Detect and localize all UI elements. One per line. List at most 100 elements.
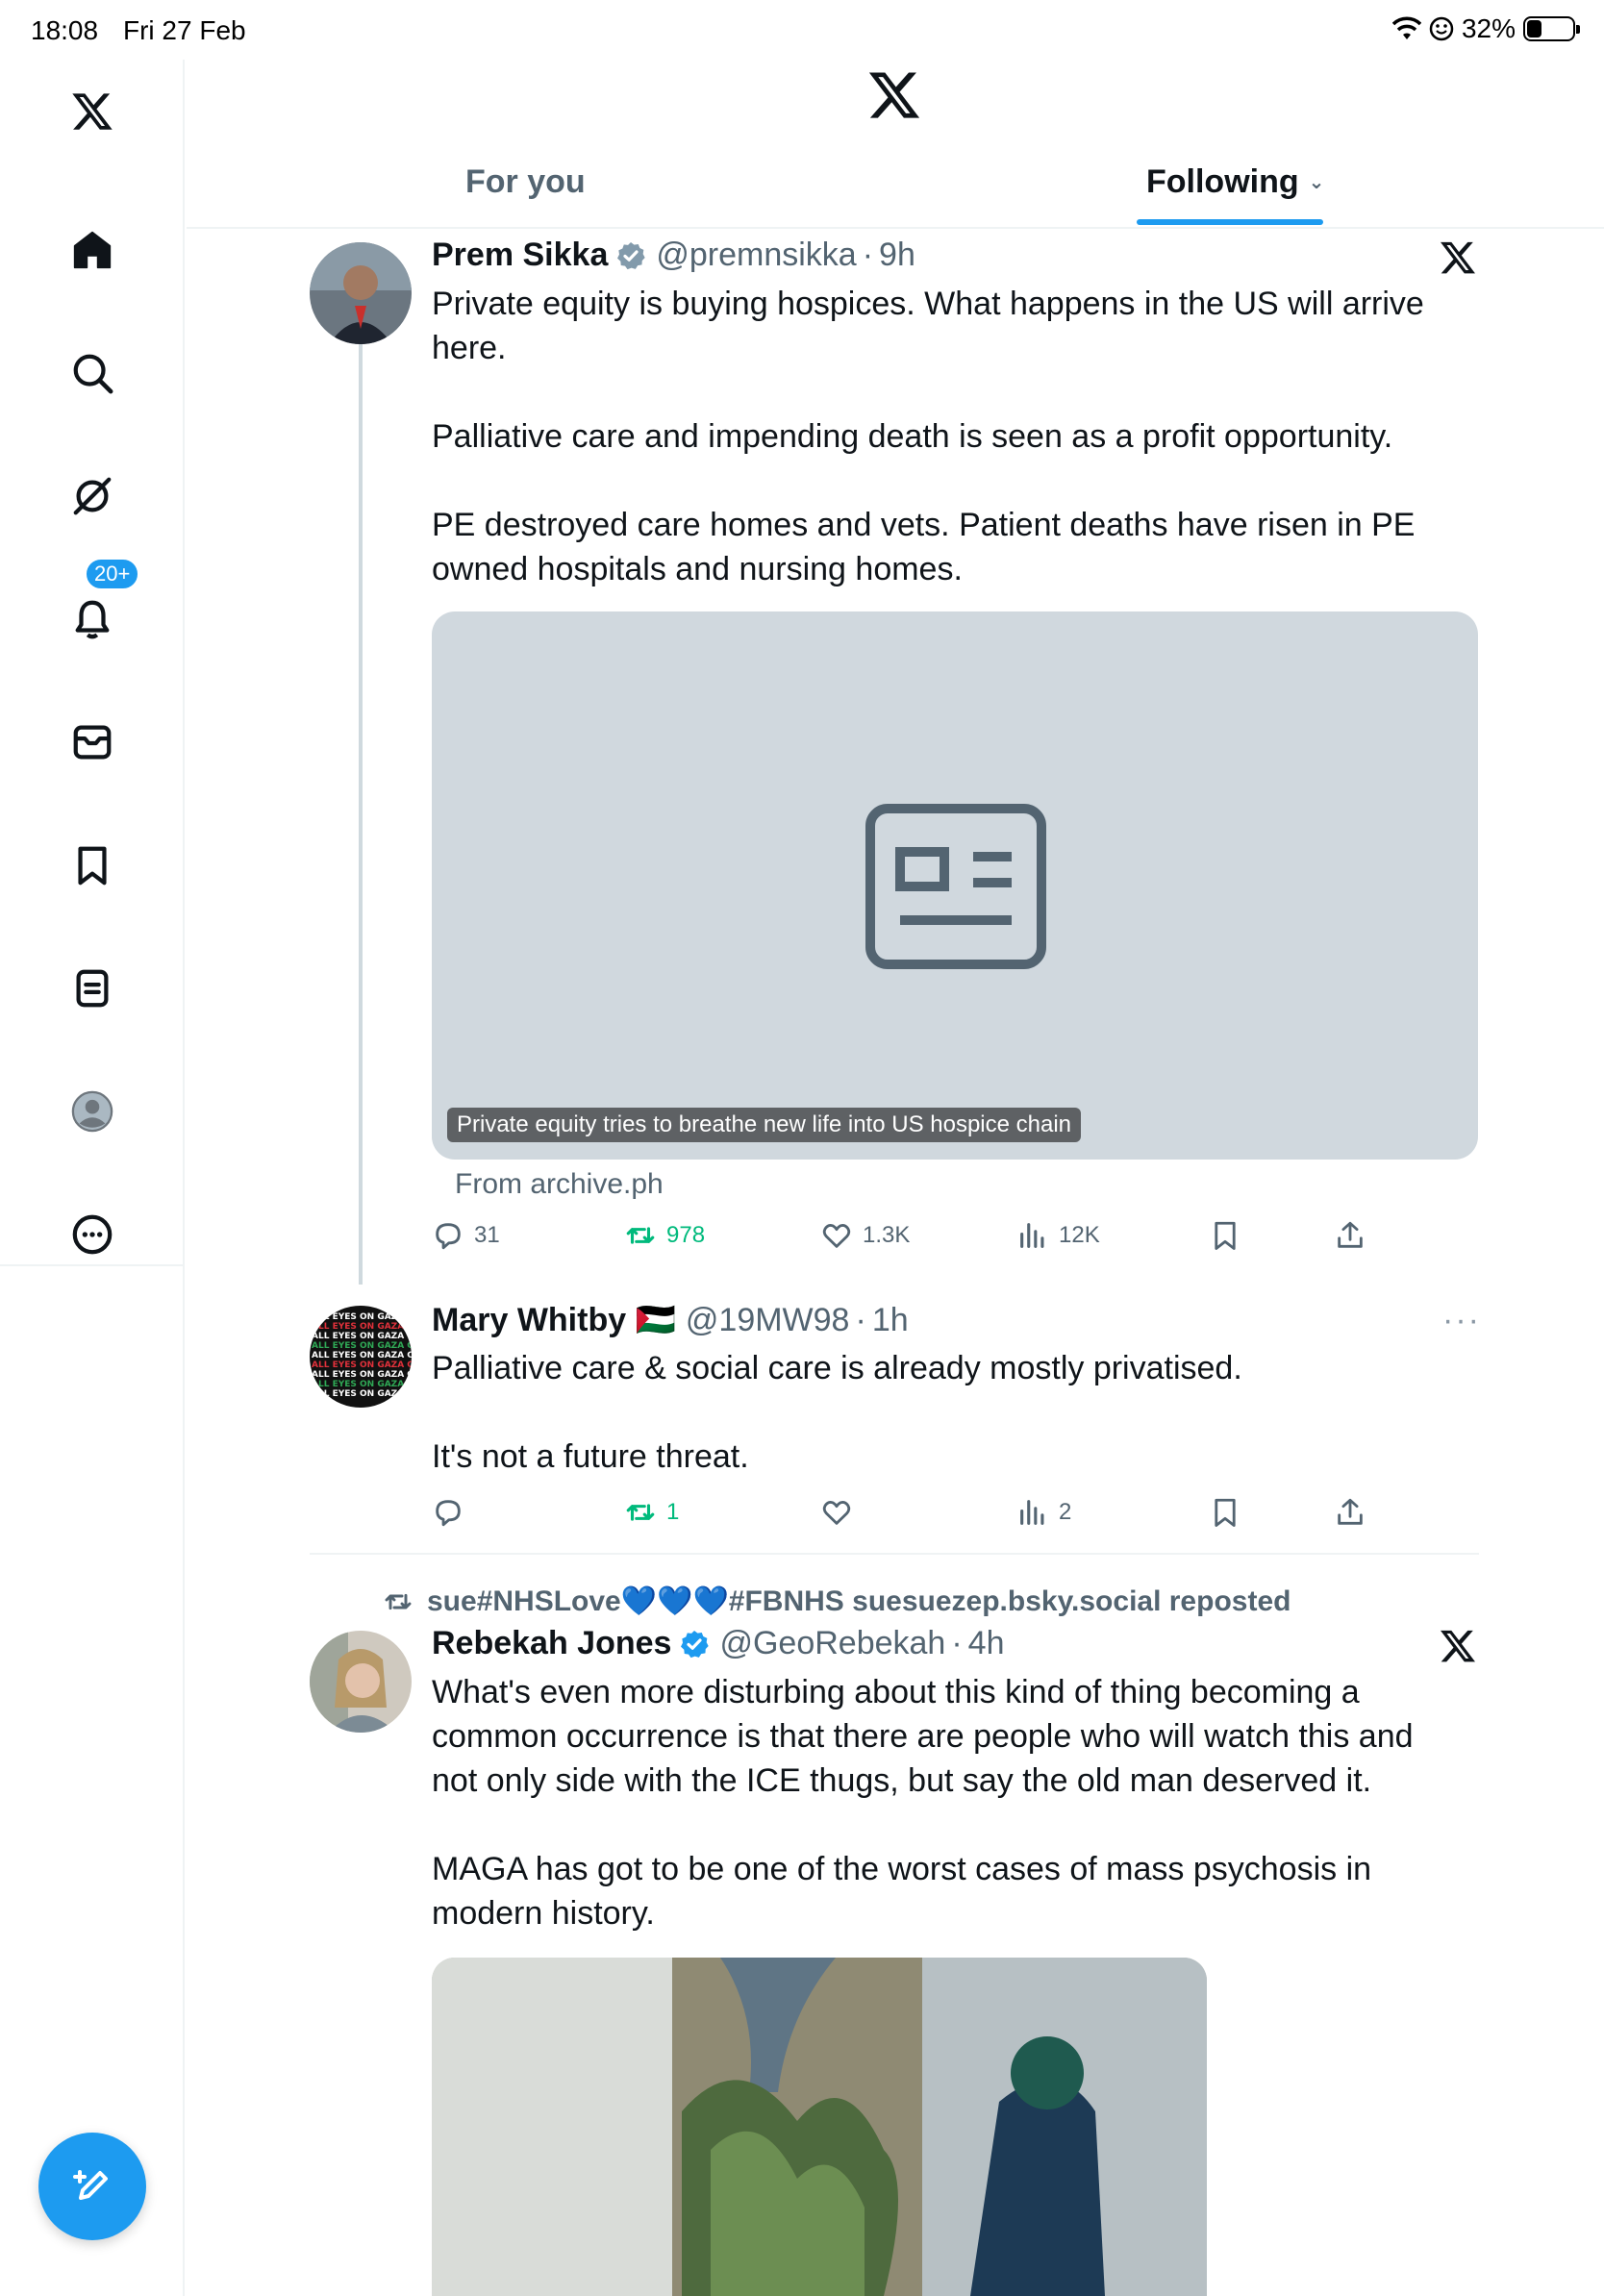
tweet-text: Private equity is buying hospices. What … [432,286,1424,587]
tweet-header: Mary Whitby 🇵🇸 @19MW98 · 1h [432,1301,909,1339]
svg-text:ALL EYES ON GAZA CITY: ALL EYES ON GAZA CITY [312,1332,412,1341]
author-handle[interactable]: @premnsikka [656,237,856,274]
active-tab-indicator [1137,219,1323,225]
sidebar-item-grok[interactable] [60,463,125,529]
view-count: 2 [1059,1499,1072,1525]
repost-button[interactable]: 1 [624,1496,679,1529]
bookmark-button[interactable] [1209,1219,1241,1252]
reply-icon [436,1500,461,1527]
profile-avatar-icon [71,1090,113,1133]
heart-icon [822,1501,851,1525]
view-count: 12K [1059,1222,1100,1248]
repost-count: 978 [666,1222,706,1248]
reply-button[interactable] [432,1496,464,1529]
sidebar-item-notifications[interactable] [60,586,125,652]
sidebar-item-profile[interactable] [60,1079,125,1144]
author-handle[interactable]: @19MW98 [686,1302,850,1339]
verified-badge-icon [617,241,646,269]
tweet-divider [310,1553,1479,1555]
like-button[interactable]: 1.3K [820,1219,910,1252]
like-count: 1.3K [863,1222,911,1248]
status-bar: 18:08 Fri 27 Feb 32% [0,0,1604,60]
views-button[interactable]: 2 [1016,1496,1071,1529]
chart-icon [1020,1500,1044,1525]
svg-text:ALL EYES ON GAZA CITY: ALL EYES ON GAZA CITY [312,1312,412,1322]
author-name[interactable]: Prem Sikka [432,237,608,274]
tweet-actions: 1 2 [432,1496,1478,1535]
tab-following-label: Following [1146,163,1299,200]
tweet-actions: 31 978 1.3K 12K [432,1219,1478,1258]
svg-text:ALL EYES ON GAZA CITY: ALL EYES ON GAZA CITY [312,1322,412,1332]
x-logo-icon [1441,241,1475,274]
share-button[interactable] [1334,1219,1366,1252]
sidebar-nav: 20+ [0,60,185,2296]
svg-text:ALL EYES ON GAZA CITY: ALL EYES ON GAZA CITY [312,1389,412,1399]
thread-connector-line [359,342,363,1285]
bookmark-icon [1215,1221,1236,1250]
bookmark-icon [1215,1498,1236,1527]
avatar[interactable] [310,242,412,344]
separator-dot: · [862,237,874,273]
more-options-icon[interactable]: ··· [1442,1302,1481,1339]
share-icon [1338,1221,1363,1248]
sidebar-item-more[interactable] [60,1202,125,1267]
reply-button[interactable]: 31 [432,1219,500,1252]
sidebar-item-messages[interactable] [60,710,125,775]
tab-for-you[interactable]: For you [465,163,586,201]
bell-icon [75,600,110,639]
x-logo-icon [868,72,920,118]
sidebar-item-home[interactable] [60,217,125,283]
grok-icon [73,477,112,515]
card-source[interactable]: From archive.ph [455,1168,664,1201]
heart-icon [822,1224,851,1248]
x-logo-icon [1441,1630,1475,1662]
search-icon [73,354,113,394]
separator-dot: · [855,1301,866,1338]
tweet-timestamp[interactable]: 1h [872,1302,909,1339]
tweet-text: What's even more disturbing about this k… [432,1674,1414,1932]
tweet-timestamp[interactable]: 4h [968,1625,1005,1662]
repost-button[interactable]: 978 [624,1219,705,1252]
author-name[interactable]: Mary Whitby 🇵🇸 [432,1301,676,1339]
like-button[interactable] [820,1496,853,1529]
status-right: 32% [1391,13,1580,44]
svg-text:ALL EYES ON GAZA CITY: ALL EYES ON GAZA CITY [312,1360,412,1370]
avatar[interactable]: ALL EYES ON GAZA CITYALL EYES ON GAZA CI… [310,1306,412,1408]
tweet-video[interactable] [432,1958,1207,2296]
author-name[interactable]: Rebekah Jones [432,1625,671,1662]
svg-text:ALL EYES ON GAZA CITY: ALL EYES ON GAZA CITY [312,1380,412,1389]
sidebar-item-lists[interactable] [60,956,125,1021]
sidebar-item-bookmarks[interactable] [60,833,125,898]
compose-icon [73,2170,108,2200]
sidebar-item-search[interactable] [60,340,125,406]
reply-icon [436,1223,461,1250]
chevron-down-icon[interactable]: ⌄ [1309,172,1325,193]
share-button[interactable] [1334,1496,1366,1529]
views-button[interactable]: 12K [1016,1219,1100,1252]
wifi-icon [1391,16,1421,39]
svg-text:ALL EYES ON GAZA CITY: ALL EYES ON GAZA CITY [312,1370,412,1380]
list-icon [76,969,109,1008]
link-card[interactable]: Private equity tries to breathe new life… [432,611,1478,1160]
x-logo-icon[interactable] [60,79,125,144]
tweet-header: Prem Sikka @premnsikka · 9h [432,237,915,274]
tweet-header: Rebekah Jones @GeoRebekah · 4h [432,1625,1005,1662]
svg-text:ALL EYES ON GAZA CITY: ALL EYES ON GAZA CITY [312,1351,412,1360]
compose-post-button[interactable] [38,2133,146,2240]
repost-icon [626,1504,655,1521]
tweet-timestamp[interactable]: 9h [879,237,915,274]
battery-icon [1523,16,1580,41]
repost-label[interactable]: sue#NHSLove💙💙💙#FBNHS suesuezep.bsky.soci… [427,1585,1291,1618]
repost-count: 1 [666,1499,680,1525]
tab-following[interactable]: Following ⌄ [1146,163,1324,201]
sidebar-divider [0,1264,185,1266]
battery-percent: 32% [1461,13,1516,43]
avatar[interactable] [310,1631,412,1733]
home-icon [73,231,112,269]
bookmark-button[interactable] [1209,1496,1241,1529]
bookmark-icon [78,846,107,886]
tweet-text: Palliative care & social care is already… [432,1350,1242,1475]
separator-dot: · [951,1625,963,1661]
author-handle[interactable]: @GeoRebekah [719,1625,945,1662]
reply-count: 31 [474,1222,500,1248]
